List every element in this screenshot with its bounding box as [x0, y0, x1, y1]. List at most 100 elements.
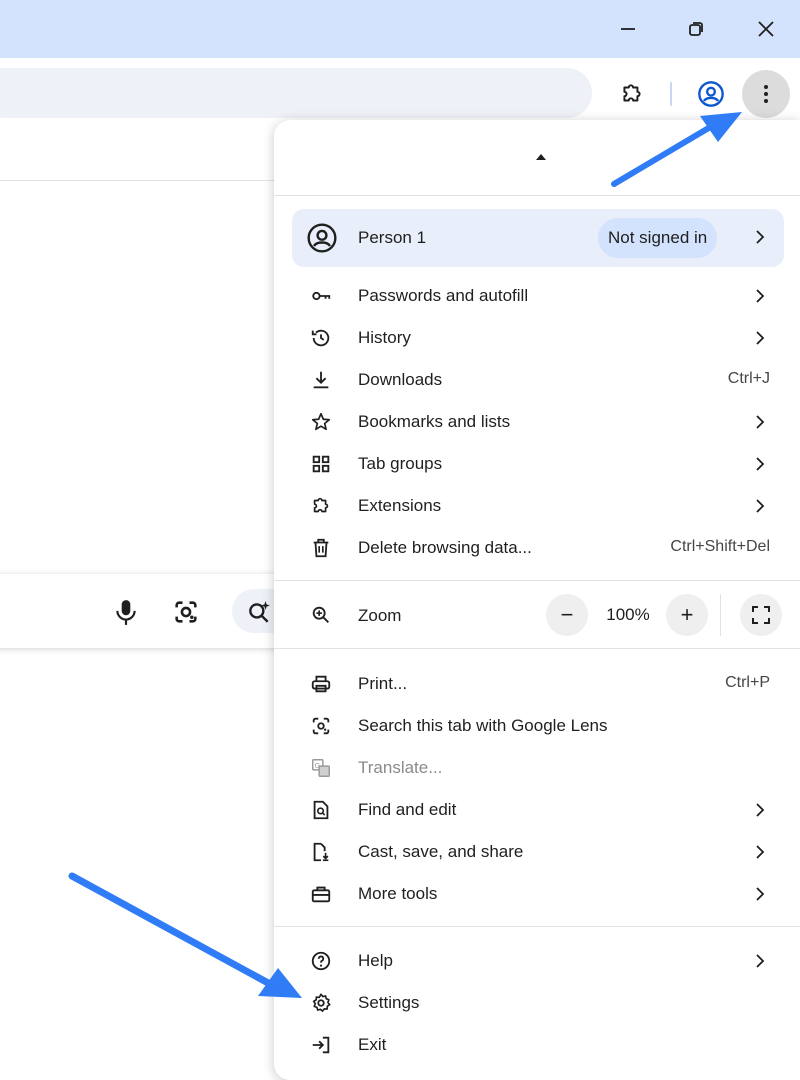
menu-item-label: Extensions: [358, 496, 442, 515]
close-icon: [758, 21, 774, 37]
zoom-out-button[interactable]: −: [546, 594, 588, 636]
lens-camera-icon: [175, 601, 197, 623]
menu-item-tab-groups[interactable]: Tab groups: [274, 443, 800, 485]
menu-item-print[interactable]: Print... Ctrl+P: [274, 663, 800, 705]
zoom-in-button[interactable]: +: [666, 594, 708, 636]
chevron-right-icon: [756, 954, 765, 968]
download-icon: [313, 371, 329, 389]
menu-item-settings[interactable]: Settings: [274, 982, 800, 1024]
zoom-label: Zoom: [358, 606, 402, 625]
menu-separator: [274, 195, 800, 196]
puzzle-icon: [313, 497, 329, 513]
toolbar: [0, 58, 800, 122]
menu-item-label: Downloads: [358, 370, 443, 389]
menu-item-label: History: [358, 328, 411, 347]
toolbox-icon: [311, 886, 331, 903]
zoom-separator: [720, 594, 721, 636]
menu-separator: [274, 648, 800, 649]
menu-item-label: Print...: [358, 674, 408, 693]
keyboard-shortcut: Ctrl+J: [727, 370, 770, 387]
history-icon: [311, 329, 330, 347]
menu-item-label: Tab groups: [358, 454, 443, 473]
toolbar-separator: [670, 82, 672, 106]
menu-item-label: Delete browsing data...: [358, 538, 532, 557]
grid-icon: [312, 455, 330, 473]
menu-item-translate: G Translate...: [274, 747, 800, 789]
star-icon: [311, 412, 331, 431]
find-page-icon: [313, 800, 329, 820]
svg-text:G: G: [315, 761, 321, 770]
menu-caret-icon: [536, 154, 546, 160]
menu-item-exit[interactable]: Exit: [274, 1024, 800, 1066]
menu-item-more-tools[interactable]: More tools: [274, 873, 800, 915]
gear-icon: [312, 993, 331, 1012]
menu-item-label: Cast, save, and share: [358, 842, 524, 861]
lens-icon: [312, 717, 330, 735]
profile-button[interactable]: [691, 74, 731, 114]
menu-item-label: More tools: [358, 884, 438, 903]
menu-item-search-this-tab-with-google-lens[interactable]: Search this tab with Google Lens: [274, 705, 800, 747]
menu-separator: [274, 926, 800, 927]
trash-icon: [313, 538, 329, 558]
arrow-to-settings: [68, 872, 302, 998]
profile-row[interactable]: Person 1 Not signed in: [292, 209, 784, 267]
zoom-row: Zoom − 100% +: [274, 592, 800, 638]
key-icon: [312, 291, 331, 301]
chevron-right-icon: [756, 499, 765, 513]
account-circle-icon: [698, 81, 724, 107]
zoom-icon: [312, 606, 329, 623]
chevron-right-icon: [756, 230, 765, 244]
sign-in-status-badge[interactable]: Not signed in: [598, 218, 718, 258]
zoom-level: 100%: [606, 605, 650, 624]
page-divider: [0, 180, 300, 181]
menu-item-passwords-and-autofill[interactable]: Passwords and autofill: [274, 275, 800, 317]
restore-button[interactable]: [672, 4, 720, 54]
printer-icon: [311, 675, 331, 693]
search-box[interactable]: [0, 574, 312, 648]
menu-item-bookmarks-and-lists[interactable]: Bookmarks and lists: [274, 401, 800, 443]
minimize-icon: [621, 28, 635, 30]
close-button[interactable]: [742, 4, 790, 54]
profile-name: Person 1: [358, 228, 427, 247]
ai-search-icon: [249, 601, 270, 623]
three-dots-vertical-icon: [764, 85, 768, 103]
help-icon: [311, 951, 331, 971]
menu-item-label: Bookmarks and lists: [358, 412, 511, 431]
menu-item-label: Help: [358, 951, 393, 970]
chevron-right-icon: [756, 415, 765, 429]
lens-search-button[interactable]: [170, 596, 202, 628]
menu-item-find-and-edit[interactable]: Find and edit: [274, 789, 800, 831]
chevron-right-icon: [756, 803, 765, 817]
microphone-icon: [116, 600, 136, 625]
menu-item-label: Exit: [358, 1035, 387, 1054]
menu-item-cast-save-and-share[interactable]: Cast, save, and share: [274, 831, 800, 873]
menu-item-delete-browsing-data[interactable]: Delete browsing data... Ctrl+Shift+Del: [274, 527, 800, 569]
chrome-menu-button[interactable]: [742, 70, 790, 118]
account-circle-icon: [307, 223, 337, 253]
menu-item-label: Search this tab with Google Lens: [358, 716, 608, 735]
menu-item-label: Translate...: [358, 758, 443, 777]
chevron-right-icon: [756, 887, 765, 901]
menu-item-help[interactable]: Help: [274, 940, 800, 982]
translate-icon: G: [312, 759, 330, 777]
cast-save-icon: [313, 842, 329, 862]
chevron-right-icon: [756, 845, 765, 859]
chevron-right-icon: [756, 289, 765, 303]
address-bar[interactable]: [0, 68, 592, 118]
minimize-button[interactable]: [604, 4, 652, 54]
puzzle-icon: [623, 84, 641, 102]
fullscreen-button[interactable]: [740, 594, 782, 636]
menu-item-extensions[interactable]: Extensions: [274, 485, 800, 527]
voice-search-button[interactable]: [110, 596, 142, 628]
menu-separator: [274, 580, 800, 581]
menu-item-downloads[interactable]: Downloads Ctrl+J: [274, 359, 800, 401]
exit-icon: [312, 1036, 330, 1054]
extensions-button[interactable]: [612, 74, 652, 114]
menu-item-history[interactable]: History: [274, 317, 800, 359]
menu-item-label: Passwords and autofill: [358, 286, 529, 305]
menu-item-label: Settings: [358, 993, 420, 1012]
menu-item-label: Find and edit: [358, 800, 457, 819]
restore-icon: [689, 22, 703, 36]
title-bar: [0, 0, 800, 58]
keyboard-shortcut: Ctrl+Shift+Del: [670, 538, 770, 555]
